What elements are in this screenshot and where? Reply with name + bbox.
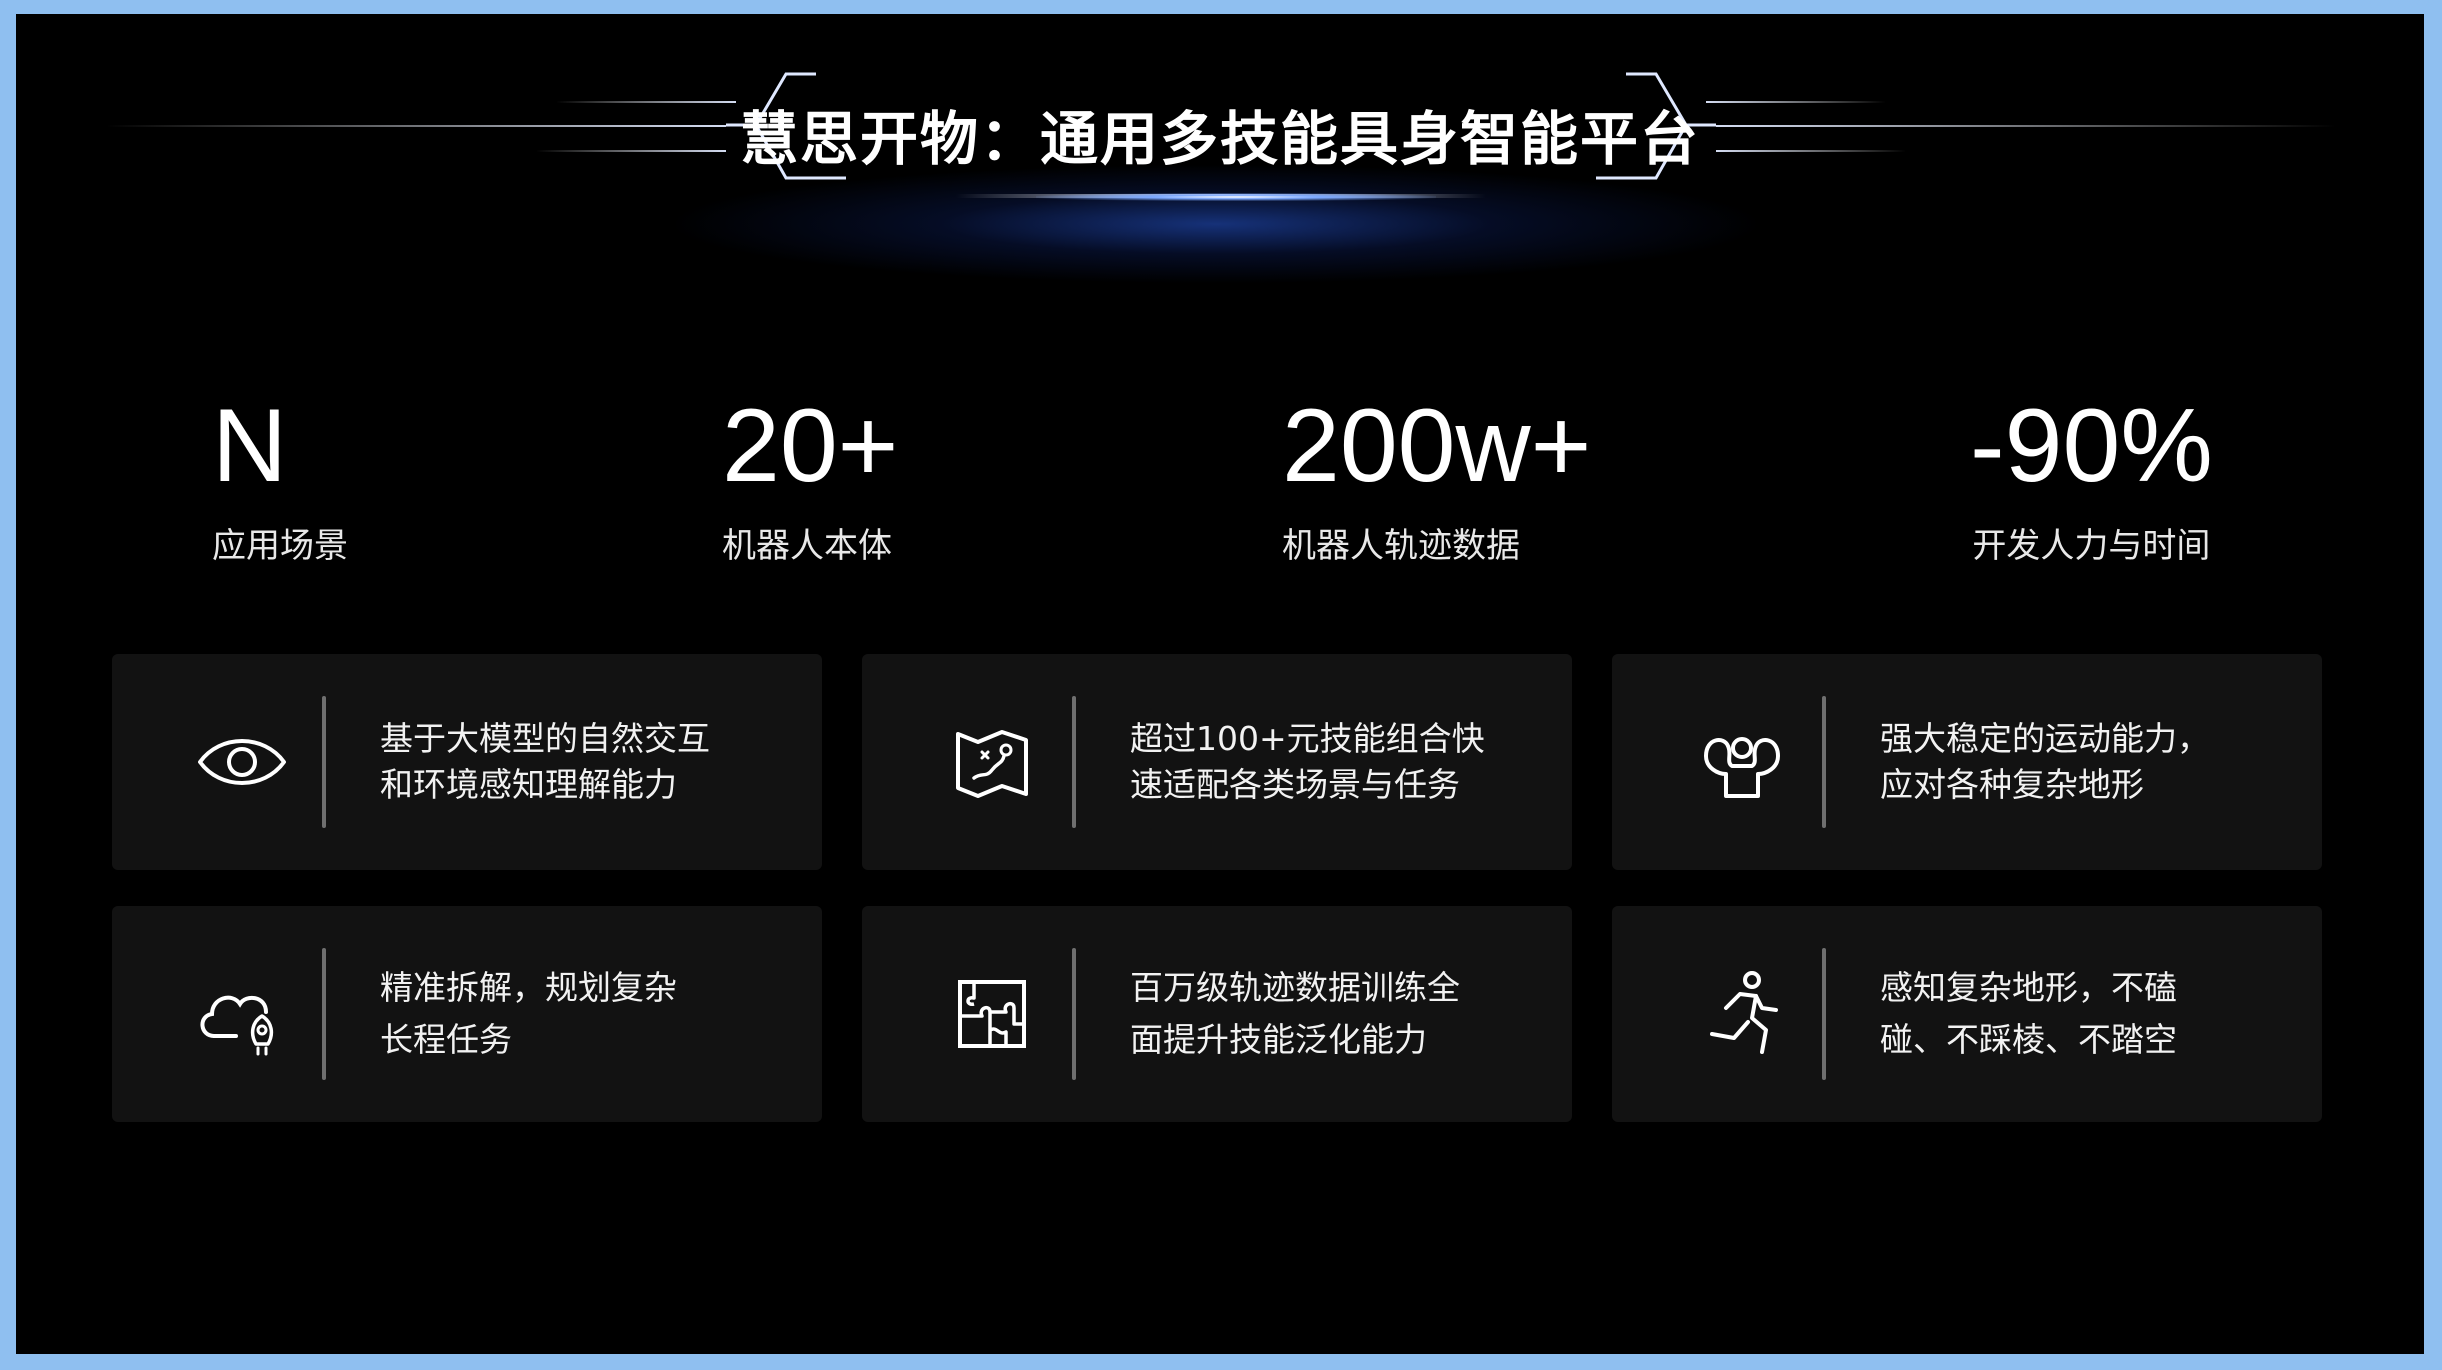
stat-trajectory-data: 200w+ 机器人轨迹数据 — [1282, 394, 1591, 567]
stat-value: 20+ — [722, 388, 899, 504]
stat-value: -90% — [1970, 388, 2213, 504]
card-text-line: 超过100+元技能组合快 — [1130, 719, 1485, 758]
puzzle-icon — [958, 980, 1026, 1048]
card-divider — [1072, 696, 1076, 828]
card-text-line: 长程任务 — [380, 1020, 512, 1059]
feature-card-skills: 超过100+元技能组合快 速适配各类场景与任务 — [862, 654, 1572, 870]
card-divider — [1822, 696, 1826, 828]
card-text-line: 感知复杂地形，不磕 — [1880, 968, 2177, 1007]
card-text-line: 基于大模型的自然交互 — [380, 719, 710, 758]
stat-value: 200w+ — [1282, 388, 1592, 504]
card-text-line: 百万级轨迹数据训练全 — [1130, 968, 1460, 1007]
stat-dev-cost: -90% 开发人力与时间 — [1970, 394, 2213, 567]
card-divider — [322, 696, 326, 828]
stat-robot-bodies: 20+ 机器人本体 — [722, 394, 898, 567]
card-text-line: 强大稳定的运动能力， — [1880, 719, 2210, 758]
stat-scenarios: N 应用场景 — [212, 394, 348, 567]
feature-card-planning: 精准拆解，规划复杂 长程任务 — [112, 906, 822, 1122]
eye-icon — [198, 739, 286, 785]
card-text: 精准拆解，规划复杂 长程任务 — [380, 962, 800, 1066]
card-text: 超过100+元技能组合快 速适配各类场景与任务 — [1130, 716, 1550, 808]
map-icon — [956, 730, 1028, 798]
strong-arm-icon — [1704, 737, 1780, 798]
title-header: 慧思开物：通用多技能具身智能平台 — [16, 14, 2424, 284]
card-text-line: 精准拆解，规划复杂 — [380, 968, 677, 1007]
stat-label: 机器人本体 — [722, 526, 892, 566]
slide: 慧思开物：通用多技能具身智能平台 N 应用场景 20+ 机器人本体 200w+ … — [16, 14, 2424, 1354]
stat-value: N — [212, 388, 288, 504]
card-text: 感知复杂地形，不磕 碰、不踩棱、不踏空 — [1880, 962, 2300, 1066]
feature-card-data: 百万级轨迹数据训练全 面提升技能泛化能力 — [862, 906, 1572, 1122]
card-text: 强大稳定的运动能力， 应对各种复杂地形 — [1880, 716, 2300, 808]
title-core-glow — [1036, 193, 1436, 201]
stat-label: 开发人力与时间 — [1972, 526, 2211, 566]
card-text-line: 面提升技能泛化能力 — [1130, 1020, 1427, 1059]
card-text: 基于大模型的自然交互 和环境感知理解能力 — [380, 716, 800, 808]
card-text-line: 和环境感知理解能力 — [380, 765, 677, 804]
card-text-line: 碰、不踩棱、不踏空 — [1880, 1020, 2177, 1059]
card-divider — [322, 948, 326, 1080]
card-divider — [1072, 948, 1076, 1080]
page-title: 慧思开物：通用多技能具身智能平台 — [739, 105, 1700, 173]
running-person-icon — [1710, 971, 1778, 1054]
card-divider — [1822, 948, 1826, 1080]
card-text-line: 应对各种复杂地形 — [1880, 765, 2144, 804]
stat-label: 机器人轨迹数据 — [1282, 526, 1520, 566]
feature-card-interaction: 基于大模型的自然交互 和环境感知理解能力 — [112, 654, 822, 870]
stat-label: 应用场景 — [212, 526, 348, 566]
feature-card-terrain: 感知复杂地形，不磕 碰、不踩棱、不踏空 — [1612, 906, 2322, 1122]
card-text: 百万级轨迹数据训练全 面提升技能泛化能力 — [1130, 962, 1550, 1066]
card-text-line: 速适配各类场景与任务 — [1130, 765, 1460, 804]
feature-card-motion: 强大稳定的运动能力， 应对各种复杂地形 — [1612, 654, 2322, 870]
cloud-rocket-icon — [200, 995, 274, 1056]
